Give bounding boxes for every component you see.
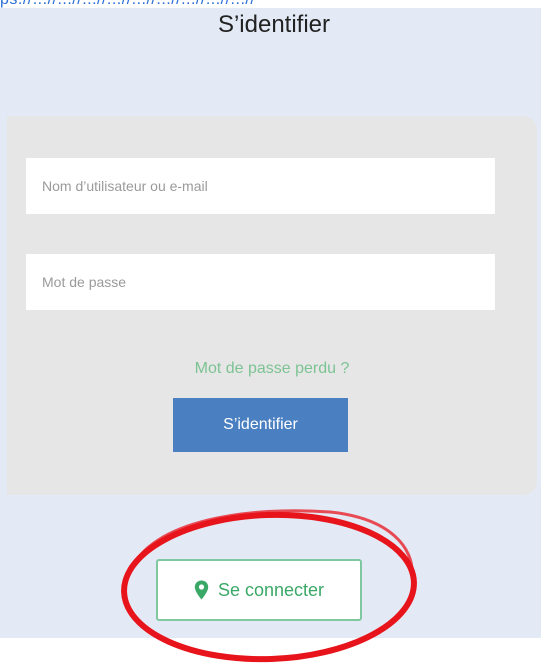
password-input[interactable] — [26, 254, 495, 310]
connect-button[interactable]: Se connecter — [156, 559, 362, 621]
login-submit-button[interactable]: S’identifier — [173, 398, 348, 452]
username-input[interactable] — [26, 158, 495, 214]
login-page: ps://...//...//...//...//...//...//...//… — [0, 0, 548, 664]
connect-button-label: Se connecter — [217, 579, 325, 600]
login-form-card: Mot de passe perdu ? S’identifier — [7, 116, 537, 495]
map-pin-icon — [194, 580, 209, 600]
forgot-password-link[interactable]: Mot de passe perdu ? — [7, 360, 537, 378]
page-title: S’identifier — [217, 11, 331, 38]
